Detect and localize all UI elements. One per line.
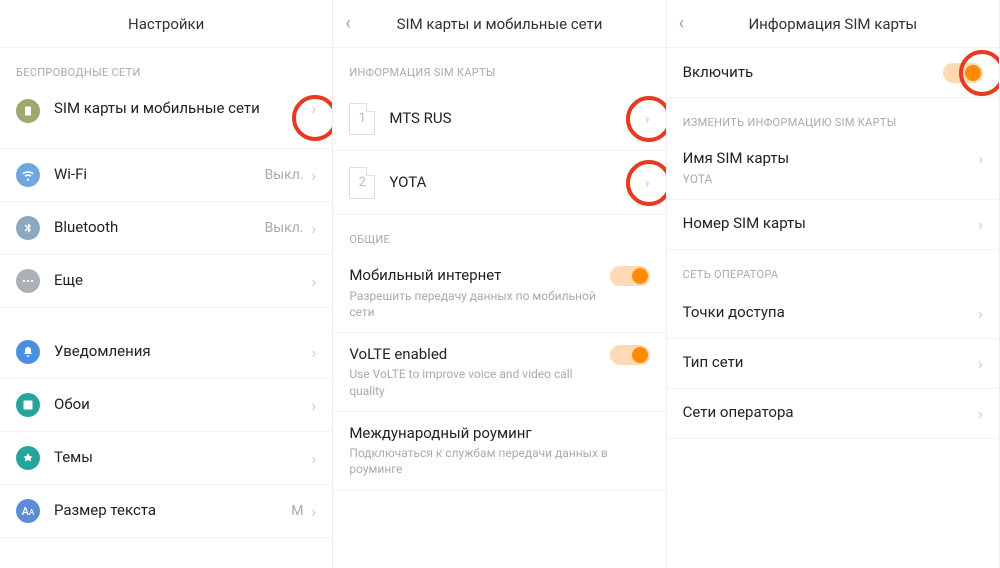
chevron-right-icon: › xyxy=(978,304,983,323)
themes-icon xyxy=(16,446,40,470)
chevron-right-icon: › xyxy=(312,166,317,185)
panel1-body: БЕСПРОВОДНЫЕ СЕТИ SIM карты и мобильные … xyxy=(0,48,332,568)
chevron-right-icon: › xyxy=(312,272,317,291)
panel2-title: SIM карты и мобильные сети xyxy=(397,15,603,33)
settings-panel: Настройки БЕСПРОВОДНЫЕ СЕТИ SIM карты и … xyxy=(0,0,333,568)
sim-info-panel: ‹ Информация SIM карты Включить ИЗМЕНИТЬ… xyxy=(667,0,1000,568)
chevron-right-icon: › xyxy=(645,109,650,128)
chevron-right-icon: › xyxy=(978,354,983,373)
roaming-row[interactable]: Международный роуминг Подключаться к слу… xyxy=(333,412,665,491)
wallpaper-icon xyxy=(16,393,40,417)
text-size-icon: Aᴀ xyxy=(16,499,40,523)
panel3-title: Информация SIM карты xyxy=(748,15,917,33)
themes-row[interactable]: Темы › xyxy=(0,432,332,485)
chevron-right-icon: › xyxy=(312,396,317,415)
mobile-data-row[interactable]: Мобильный интернет Разрешить передачу да… xyxy=(333,254,665,333)
row-sub: Use VoLTE to improve voice and video cal… xyxy=(349,366,609,398)
carrier-section-header: СЕТЬ ОПЕРАТОРА xyxy=(667,250,999,289)
text-size-row[interactable]: Aᴀ Размер текста М › xyxy=(0,485,332,538)
row-title: Сети оператора xyxy=(683,403,979,423)
row-title: Размер текста xyxy=(54,501,291,521)
row-title: Мобильный интернет xyxy=(349,266,609,286)
volte-row[interactable]: VoLTE enabled Use VoLTE to improve voice… xyxy=(333,333,665,412)
mobile-data-toggle[interactable] xyxy=(610,266,650,286)
wifi-row[interactable]: Wi-Fi Выкл. › xyxy=(0,149,332,202)
notifications-icon xyxy=(16,340,40,364)
more-row[interactable]: Еще › xyxy=(0,255,332,308)
row-title: Уведомления xyxy=(54,342,312,362)
sim1-label: MTS RUS xyxy=(389,109,645,129)
row-sub: Разрешить передачу данных по мобильной с… xyxy=(349,288,609,320)
sim-card-2-icon: 2 xyxy=(349,167,375,199)
row-title: SIM карты и мобильные сети xyxy=(54,99,312,119)
sim-card-1-icon: 1 xyxy=(349,103,375,135)
volte-toggle[interactable] xyxy=(610,345,650,365)
text-value: М xyxy=(291,503,303,519)
bluetooth-row[interactable]: Bluetooth Выкл. › xyxy=(0,202,332,255)
chevron-right-icon: › xyxy=(312,449,317,468)
chevron-right-icon: › xyxy=(312,219,317,238)
row-content: SIM карты и мобильные сети xyxy=(54,99,312,119)
chevron-right-icon: › xyxy=(312,343,317,362)
back-button[interactable]: ‹ xyxy=(345,13,350,34)
panel2-body: ИНФОРМАЦИЯ SIM КАРТЫ 1 MTS RUS › 2 YOTA … xyxy=(333,48,665,568)
sim-name-row[interactable]: Имя SIM карты YOTA › xyxy=(667,137,999,200)
sim-networks-panel: ‹ SIM карты и мобильные сети ИНФОРМАЦИЯ … xyxy=(333,0,666,568)
panel3-body: Включить ИЗМЕНИТЬ ИНФОРМАЦИЮ SIM КАРТЫ И… xyxy=(667,48,999,568)
chevron-right-icon: › xyxy=(978,149,983,168)
row-sub: Подключаться к службам передачи данных в… xyxy=(349,445,649,477)
row-title: Темы xyxy=(54,448,312,468)
siminfo-section-header: ИНФОРМАЦИЯ SIM КАРТЫ xyxy=(333,48,665,87)
row-title: Bluetooth xyxy=(54,218,265,238)
sim-name-value: YOTA xyxy=(683,171,979,187)
row-title: Имя SIM карты xyxy=(683,149,979,169)
chevron-right-icon: › xyxy=(978,215,983,234)
wifi-icon xyxy=(16,163,40,187)
row-title: VoLTE enabled xyxy=(349,345,609,365)
more-icon xyxy=(16,269,40,293)
sim2-row[interactable]: 2 YOTA › xyxy=(333,151,665,215)
enable-sim-row[interactable]: Включить xyxy=(667,48,999,98)
notifications-row[interactable]: Уведомления › xyxy=(0,326,332,379)
edit-siminfo-section-header: ИЗМЕНИТЬ ИНФОРМАЦИЮ SIM КАРТЫ xyxy=(667,98,999,137)
panel1-header: Настройки xyxy=(0,0,332,48)
row-title: Номер SIM карты xyxy=(683,214,979,234)
back-button[interactable]: ‹ xyxy=(679,13,684,34)
sim-number-row[interactable]: Номер SIM карты › xyxy=(667,200,999,250)
enable-sim-toggle[interactable] xyxy=(943,63,983,83)
panel2-header: ‹ SIM карты и мобильные сети xyxy=(333,0,665,48)
row-title: Wi-Fi xyxy=(54,165,265,185)
row-title: Тип сети xyxy=(683,353,979,373)
bt-value: Выкл. xyxy=(265,220,304,236)
wifi-value: Выкл. xyxy=(265,167,304,183)
row-title: Точки доступа xyxy=(683,303,979,323)
network-type-row[interactable]: Тип сети › xyxy=(667,339,999,389)
row-title: Обои xyxy=(54,395,312,415)
chevron-right-icon: › xyxy=(312,502,317,521)
wireless-section-header: БЕСПРОВОДНЫЕ СЕТИ xyxy=(0,48,332,87)
panel1-title: Настройки xyxy=(128,15,204,33)
apn-row[interactable]: Точки доступа › xyxy=(667,289,999,339)
sim-icon xyxy=(16,99,40,123)
sim2-label: YOTA xyxy=(389,173,645,193)
chevron-right-icon: › xyxy=(978,404,983,423)
general-section-header: ОБЩИЕ xyxy=(333,215,665,254)
wallpaper-row[interactable]: Обои › xyxy=(0,379,332,432)
bluetooth-icon xyxy=(16,216,40,240)
sim-networks-row[interactable]: SIM карты и мобильные сети › xyxy=(0,87,332,149)
chevron-right-icon: › xyxy=(312,99,317,118)
row-title: Включить xyxy=(683,63,943,83)
chevron-right-icon: › xyxy=(645,173,650,192)
row-title: Международный роуминг xyxy=(349,424,649,444)
row-title: Еще xyxy=(54,271,312,291)
carrier-networks-row[interactable]: Сети оператора › xyxy=(667,389,999,439)
sim1-row[interactable]: 1 MTS RUS › xyxy=(333,87,665,151)
panel3-header: ‹ Информация SIM карты xyxy=(667,0,999,48)
